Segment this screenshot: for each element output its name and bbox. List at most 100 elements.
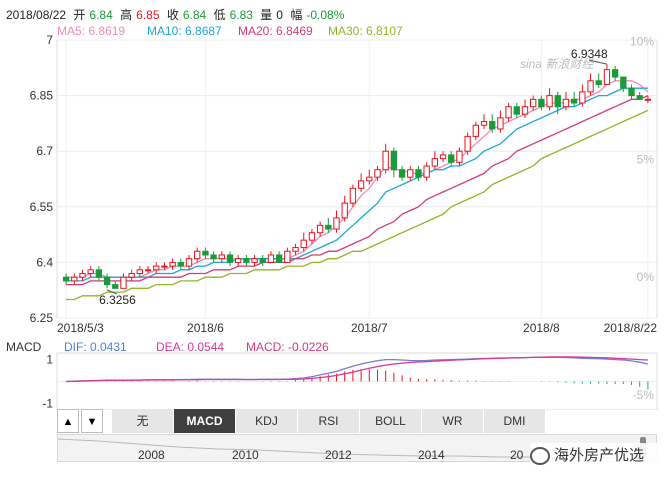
candle-body bbox=[292, 247, 299, 252]
scroll-up-button[interactable]: ▲ bbox=[57, 409, 79, 433]
candle-body bbox=[136, 269, 144, 275]
candle-body bbox=[562, 98, 570, 108]
candle-body bbox=[226, 254, 234, 263]
year-label: 2014 bbox=[418, 448, 445, 462]
candle-body bbox=[570, 98, 578, 104]
candle-body bbox=[95, 269, 103, 278]
tab-none[interactable]: 无 bbox=[112, 409, 174, 433]
candle-body bbox=[636, 95, 643, 100]
x-tick-label: 2018/8/22 bbox=[604, 321, 658, 335]
wechat-icon bbox=[530, 447, 550, 466]
candle-body bbox=[144, 269, 152, 272]
y-tick-label: 6.25 bbox=[30, 311, 54, 325]
candle-body bbox=[603, 69, 611, 85]
x-tick-label: 2018/5/3 bbox=[57, 321, 104, 335]
candle-body bbox=[259, 258, 266, 263]
macd-title: MACD bbox=[6, 340, 42, 354]
ma-line-ma20 bbox=[66, 95, 649, 286]
candle-body bbox=[349, 187, 357, 204]
price-annotation: 6.3256 bbox=[99, 293, 136, 307]
x-tick-label: 2018/6 bbox=[187, 321, 224, 335]
candle-body bbox=[554, 95, 561, 108]
x-tick-label: 2018/8 bbox=[523, 321, 560, 335]
candle-body bbox=[210, 254, 217, 260]
macd-y-tick: 1 bbox=[46, 353, 53, 367]
candle-body bbox=[194, 250, 201, 260]
tab-macd[interactable]: MACD bbox=[174, 409, 236, 433]
candle-body bbox=[423, 165, 430, 178]
tab-kdj[interactable]: KDJ bbox=[236, 409, 298, 433]
year-label: 2010 bbox=[232, 448, 259, 462]
candle-body bbox=[521, 106, 529, 115]
candle-body bbox=[407, 169, 414, 178]
y-tick-label: 7 bbox=[46, 33, 53, 47]
dif-line bbox=[66, 356, 649, 383]
candle-body bbox=[202, 250, 209, 256]
y-tick-label: 6.85 bbox=[30, 89, 54, 103]
candle-body bbox=[439, 154, 447, 160]
candle-body bbox=[128, 273, 135, 278]
candle-body bbox=[341, 202, 348, 219]
candle-body bbox=[79, 273, 86, 278]
candle-body bbox=[431, 158, 439, 167]
candle-body bbox=[267, 254, 275, 263]
candle-body bbox=[316, 224, 324, 234]
candle-body bbox=[169, 261, 176, 267]
candle-body bbox=[235, 258, 242, 263]
candle-body bbox=[308, 232, 316, 241]
candle-body bbox=[415, 169, 422, 178]
candle-body bbox=[644, 98, 652, 101]
candle-body bbox=[185, 258, 193, 267]
ma-line-ma5 bbox=[66, 80, 649, 278]
pct-tick-label: -5% bbox=[633, 388, 655, 402]
candle-body bbox=[538, 98, 545, 108]
candle-body bbox=[382, 150, 389, 171]
candle-body bbox=[611, 69, 619, 78]
candle-body bbox=[153, 265, 160, 271]
year-label: 20 bbox=[510, 448, 524, 462]
tab-boll[interactable]: BOLL bbox=[360, 409, 422, 433]
pct-tick-label: 5% bbox=[637, 152, 655, 166]
year-label: 2008 bbox=[138, 448, 165, 462]
candle-body bbox=[366, 176, 373, 182]
x-tick-label: 2018/7 bbox=[351, 321, 388, 335]
tab-rsi[interactable]: RSI bbox=[298, 409, 360, 433]
candle-body bbox=[275, 254, 283, 263]
macd-y-tick: -1 bbox=[42, 396, 53, 410]
candle-body bbox=[374, 169, 381, 178]
candle-body bbox=[120, 276, 127, 289]
candle-body bbox=[464, 135, 471, 152]
candle-body bbox=[546, 95, 553, 108]
candle-body bbox=[284, 250, 291, 263]
y-tick-label: 6.4 bbox=[36, 255, 53, 269]
pct-tick-label: 0% bbox=[637, 270, 655, 284]
dea-line bbox=[66, 356, 648, 383]
candle-body bbox=[579, 91, 586, 104]
scroll-down-button[interactable]: ▼ bbox=[81, 409, 103, 433]
candle-body bbox=[489, 121, 496, 130]
candle-body bbox=[456, 150, 463, 163]
indicator-tabs: ▲ ▼ 无 MACD KDJ RSI BOLL WR DMI bbox=[57, 409, 657, 433]
candle-body bbox=[448, 154, 455, 163]
pct-tick-label: 10% bbox=[630, 34, 654, 48]
candle-body bbox=[398, 169, 406, 178]
price-plot-frame bbox=[56, 39, 658, 319]
candle-body bbox=[71, 276, 78, 282]
candle-body bbox=[628, 87, 635, 97]
tab-dmi[interactable]: DMI bbox=[484, 409, 546, 433]
candle-body bbox=[620, 76, 627, 89]
candle-body bbox=[62, 276, 70, 282]
dea-legend: DEA: 0.0544 bbox=[156, 340, 225, 354]
candle-body bbox=[357, 180, 365, 189]
candle-body bbox=[595, 80, 602, 85]
candle-body bbox=[161, 265, 168, 268]
y-tick-label: 6.55 bbox=[30, 200, 54, 214]
candle-body bbox=[112, 284, 119, 289]
candle-body bbox=[390, 150, 398, 171]
candle-body bbox=[472, 124, 479, 137]
candle-body bbox=[480, 121, 488, 126]
tab-wr[interactable]: WR bbox=[422, 409, 484, 433]
dif-legend: DIF: 0.0431 bbox=[64, 340, 127, 354]
ma-line-ma10 bbox=[66, 87, 648, 282]
candle-body bbox=[251, 258, 258, 263]
